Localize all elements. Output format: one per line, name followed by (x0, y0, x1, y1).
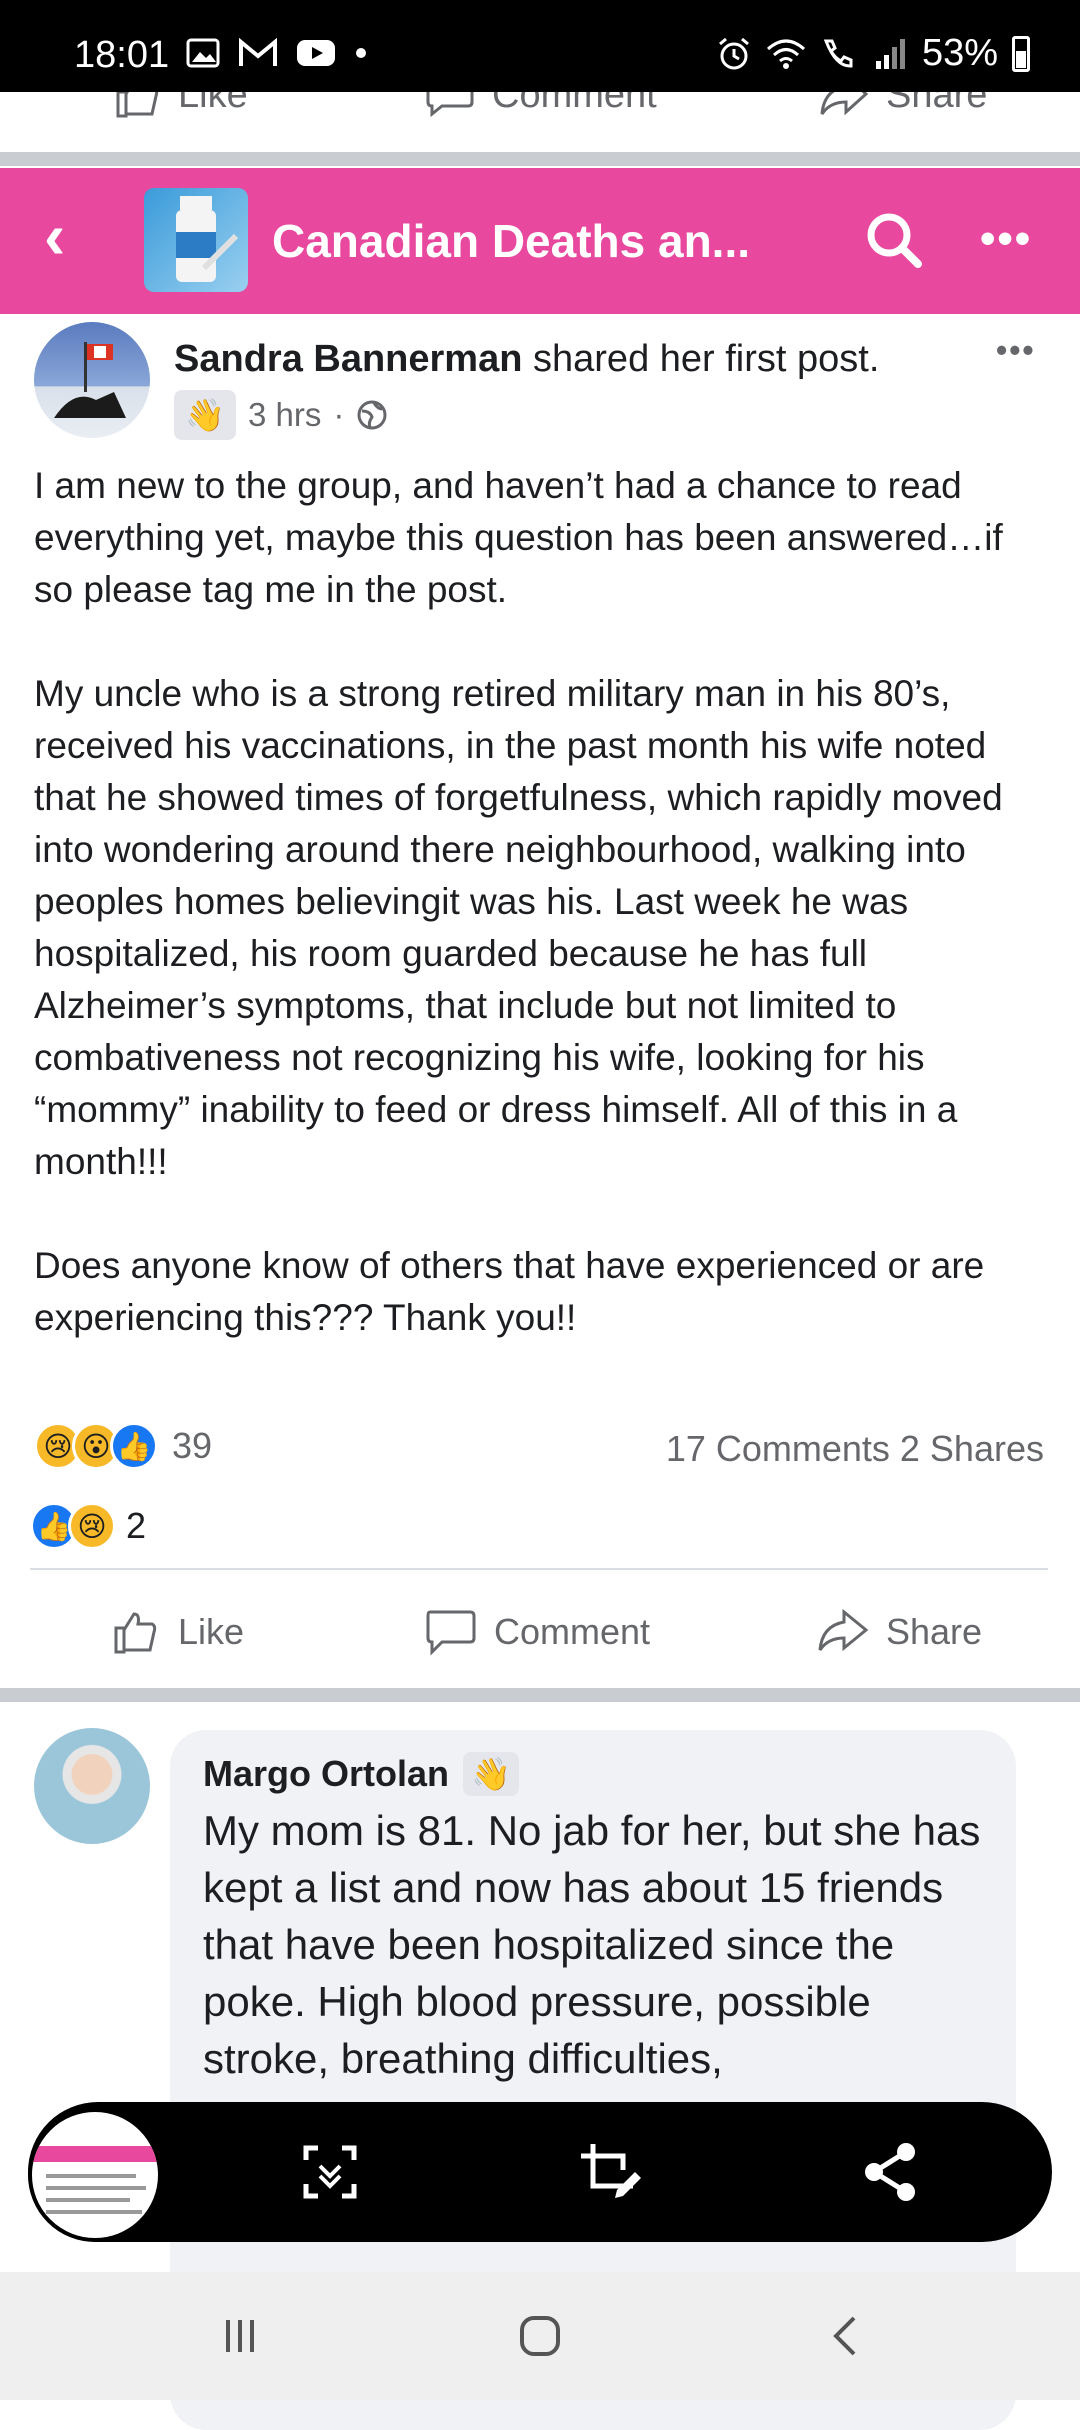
secondary-reactions[interactable]: 👍 😢 2 (30, 1502, 146, 1550)
home-icon[interactable] (490, 2272, 590, 2400)
chevron-left-icon[interactable]: ‹ (44, 204, 65, 268)
wifi-icon (766, 39, 805, 69)
comment-author[interactable]: Margo Ortolan (203, 1753, 449, 1795)
previous-comment-button[interactable]: Comment (424, 92, 657, 120)
signal-icon (875, 38, 905, 69)
crop-edit-icon[interactable] (572, 2132, 652, 2212)
back-icon[interactable] (796, 2272, 896, 2400)
previous-like-button[interactable]: Like (112, 92, 248, 120)
thumbs-up-icon (114, 1612, 157, 1654)
author-avatar[interactable] (34, 322, 150, 438)
thumbs-up-icon (116, 92, 159, 118)
thumbnail-line (46, 2210, 142, 2214)
reactions-summary[interactable]: 😢 😮 👍 39 (34, 1422, 212, 1470)
commenter-avatar[interactable] (34, 1728, 150, 1844)
thumbnail-line (46, 2186, 146, 2190)
reaction-count: 39 (172, 1425, 213, 1466)
wifi-calling-icon (823, 39, 853, 68)
comment-button[interactable]: Comment (424, 1606, 650, 1658)
globe-icon (357, 400, 387, 430)
gallery-icon (186, 38, 220, 68)
avatar-image-icon (54, 342, 126, 418)
share-arrow-icon (818, 1608, 869, 1652)
scroll-capture-icon[interactable] (290, 2132, 370, 2212)
like-reaction-icon: 👍 (110, 1422, 158, 1470)
screenshot-toolbar (28, 2102, 1052, 2242)
comment-icon (426, 1610, 476, 1656)
new-member-badge-icon[interactable]: 👋 (174, 390, 236, 440)
post-body: I am new to the group, and haven’t had a… (34, 460, 1044, 1344)
section-separator (0, 1688, 1080, 1702)
post-time[interactable]: 3 hrs (248, 396, 321, 434)
dot-icon (356, 48, 366, 58)
group-title[interactable]: Canadian Deaths an... (272, 214, 750, 268)
previous-post-actions: Like Comment Share (0, 92, 1080, 152)
status-bar: 18:01 53% (0, 0, 1080, 92)
like-label: Like (178, 1611, 245, 1652)
sad-reaction-icon: 😢 (68, 1502, 116, 1550)
group-avatar[interactable] (144, 188, 248, 292)
section-separator (0, 152, 1080, 166)
battery-icon (1012, 35, 1030, 72)
navigation-bar (0, 2272, 1080, 2400)
meta-separator: · (333, 396, 345, 433)
author-name[interactable]: Sandra Bannerman (174, 338, 522, 380)
battery-percentage: 53% (921, 32, 998, 74)
new-member-badge-icon: 👋 (463, 1752, 520, 1796)
vaccine-vial-icon (176, 196, 239, 282)
comment-author-line: Margo Ortolan 👋 (203, 1752, 520, 1796)
status-time: 18:01 (74, 34, 170, 76)
more-horizontal-icon[interactable]: ••• (980, 214, 1032, 264)
search-icon[interactable] (862, 208, 926, 277)
author-action: shared her first post. (522, 338, 880, 380)
post-more-icon[interactable]: ••• (996, 332, 1036, 369)
share-label: Share (886, 1611, 983, 1652)
post-meta: 👋 3 hrs · (174, 390, 388, 440)
comments-shares-count[interactable]: 17 Comments 2 Shares (666, 1428, 1044, 1470)
post-actions: Like Comment Share (0, 1596, 1080, 1676)
share-button[interactable]: Share (816, 1606, 982, 1658)
thumbnail-line (46, 2198, 130, 2202)
thumbnail-line (46, 2174, 136, 2178)
recent-apps-icon[interactable] (190, 2272, 290, 2400)
secondary-reaction-count: 2 (126, 1505, 147, 1546)
comment-text: My mom is 81. No jab for her, but she ha… (203, 1807, 981, 2082)
share-icon[interactable] (850, 2132, 930, 2212)
share-arrow-icon (820, 92, 869, 116)
post-paragraph: My uncle who is a strong retired militar… (34, 673, 1003, 1182)
post-paragraph: Does anyone know of others that have exp… (34, 1245, 985, 1338)
like-button[interactable]: Like (110, 1606, 244, 1658)
comment-label: Comment (494, 1611, 651, 1652)
gmail-icon (239, 38, 277, 66)
previous-share-button[interactable]: Share (818, 92, 987, 120)
comment-icon (426, 92, 474, 118)
thumbnail-header (32, 2146, 158, 2162)
post-paragraph: I am new to the group, and haven’t had a… (34, 465, 1003, 610)
screenshot-thumbnail[interactable] (28, 2108, 162, 2242)
post-author-line: Sandra Bannerman shared her first post. (174, 338, 879, 381)
group-header: ‹ Canadian Deaths an... ••• (0, 168, 1080, 314)
alarm-icon (718, 37, 749, 69)
divider (30, 1568, 1048, 1570)
youtube-icon (297, 40, 335, 66)
